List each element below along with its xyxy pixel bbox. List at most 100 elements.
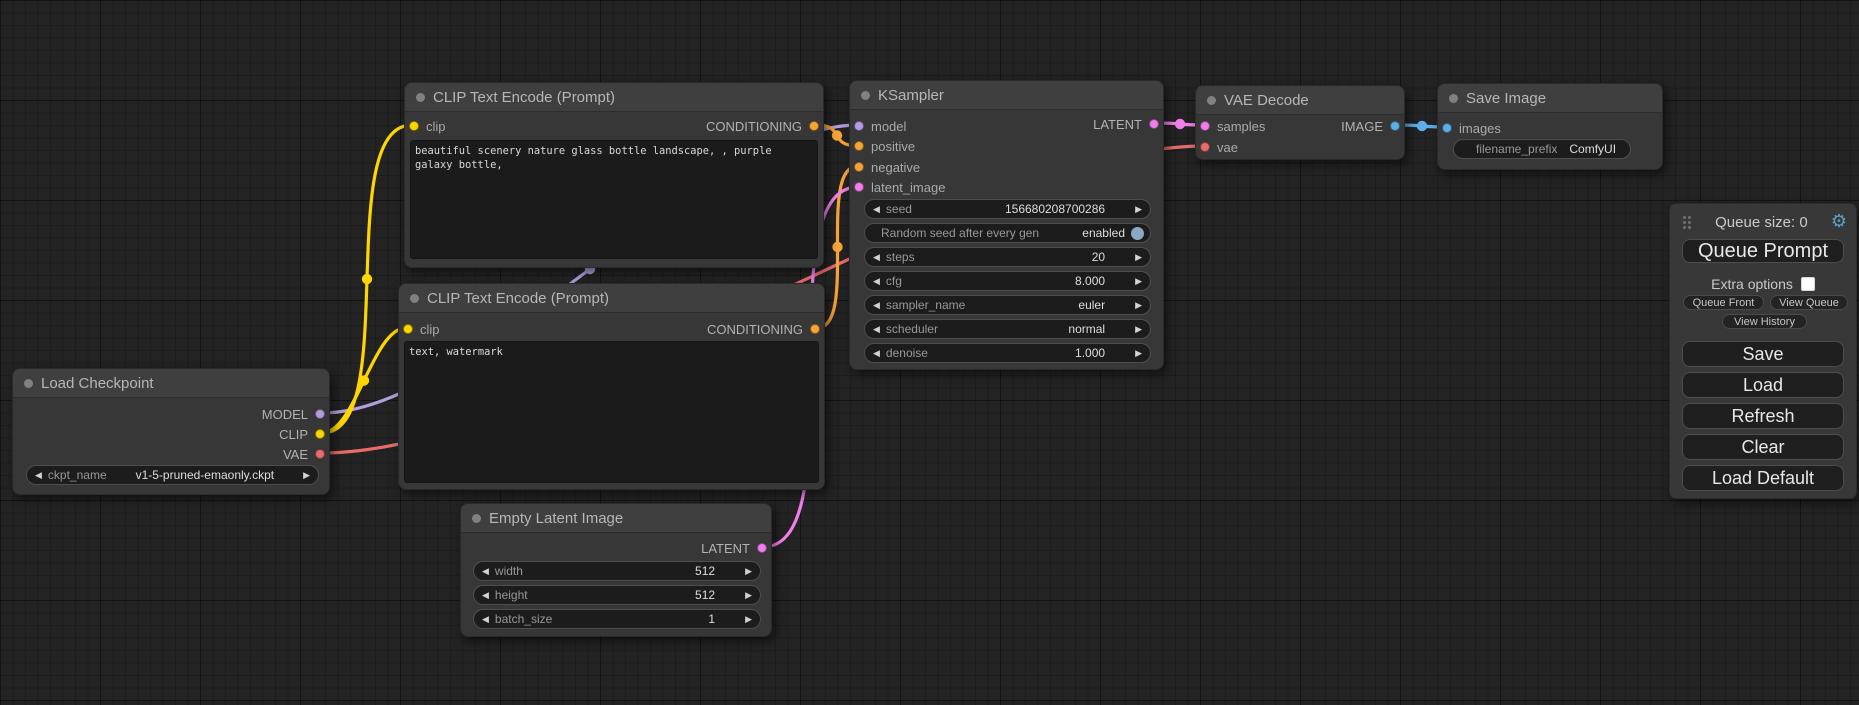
input-slot-label: clip: [426, 119, 446, 134]
collapse-dot-icon[interactable]: [416, 93, 425, 102]
clip-input-slot[interactable]: [409, 121, 419, 131]
collapse-dot-icon[interactable]: [24, 379, 33, 388]
extra-options-checkbox[interactable]: [1801, 277, 1815, 291]
decrement-arrow-icon[interactable]: ◀: [873, 205, 880, 214]
clip-input-slot[interactable]: [403, 324, 413, 334]
decrement-arrow-icon[interactable]: ◀: [873, 253, 880, 262]
increment-arrow-icon[interactable]: ▶: [1135, 325, 1142, 334]
decrement-arrow-icon[interactable]: ◀: [482, 615, 489, 624]
widget-label: ckpt_name: [48, 468, 107, 482]
VAE-output-slot[interactable]: [315, 449, 325, 459]
extra-options-row: Extra options: [1670, 275, 1856, 292]
load-default-button[interactable]: Load Default: [1682, 465, 1844, 491]
increment-arrow-icon[interactable]: ▶: [1135, 205, 1142, 214]
queue-front-button[interactable]: Queue Front: [1683, 295, 1764, 310]
decrement-arrow-icon[interactable]: ◀: [35, 471, 42, 480]
widget-width[interactable]: ◀width512▶: [473, 561, 761, 581]
input-slot-label: vae: [1217, 140, 1238, 155]
MODEL-output-slot[interactable]: [315, 409, 325, 419]
widget-ckpt_name[interactable]: ◀ckpt_namev1-5-pruned-emaonly.ckpt▶: [26, 465, 319, 485]
decrement-arrow-icon[interactable]: ◀: [873, 349, 880, 358]
node-load-checkpoint[interactable]: Load CheckpointMODELCLIPVAE◀ckpt_namev1-…: [12, 368, 330, 495]
node-title-bar[interactable]: CLIP Text Encode (Prompt): [399, 284, 824, 313]
increment-arrow-icon[interactable]: ▶: [745, 615, 752, 624]
negative-input-slot[interactable]: [854, 162, 864, 172]
drag-handle-icon[interactable]: [1682, 215, 1692, 229]
node-clip-text-encode-negative[interactable]: CLIP Text Encode (Prompt)clipCONDITIONIN…: [398, 283, 825, 490]
widget-cfg[interactable]: ◀cfg8.000▶: [864, 271, 1151, 291]
decrement-arrow-icon[interactable]: ◀: [482, 567, 489, 576]
widget-height[interactable]: ◀height512▶: [473, 585, 761, 605]
widget-sampler_name[interactable]: ◀sampler_nameeuler▶: [864, 295, 1151, 315]
increment-arrow-icon[interactable]: ▶: [1135, 349, 1142, 358]
input-slot-label: positive: [871, 139, 915, 154]
output-slot-label: IMAGE: [1341, 119, 1383, 134]
vae-input-slot[interactable]: [1200, 142, 1210, 152]
collapse-dot-icon[interactable]: [1207, 96, 1216, 105]
prompt-textarea[interactable]: beautiful scenery nature glass bottle la…: [410, 140, 818, 259]
clip-text-encode-negative-input-clip: clip: [403, 321, 440, 337]
samples-input-slot[interactable]: [1200, 121, 1210, 131]
node-title-bar[interactable]: KSampler: [850, 81, 1163, 110]
widget-denoise[interactable]: ◀denoise1.000▶: [864, 343, 1151, 363]
widget-Random seed after every gen[interactable]: Random seed after every genenabled: [864, 223, 1151, 243]
decrement-arrow-icon[interactable]: ◀: [873, 325, 880, 334]
collapse-dot-icon[interactable]: [1449, 94, 1458, 103]
clip-text-encode-positive-output-CONDITIONING: CONDITIONING: [706, 118, 819, 134]
LATENT-output-slot[interactable]: [757, 543, 767, 553]
widget-scheduler[interactable]: ◀schedulernormal▶: [864, 319, 1151, 339]
collapse-dot-icon[interactable]: [861, 91, 870, 100]
widget-seed[interactable]: ◀seed156680208700286▶: [864, 199, 1151, 219]
widget-label: width: [495, 564, 523, 578]
node-title-bar[interactable]: VAE Decode: [1196, 86, 1404, 115]
node-vae-decode[interactable]: VAE DecodesamplesvaeIMAGE: [1195, 85, 1405, 160]
load-button[interactable]: Load: [1682, 372, 1844, 398]
IMAGE-output-slot[interactable]: [1390, 121, 1400, 131]
node-clip-text-encode-positive[interactable]: CLIP Text Encode (Prompt) clip CONDITIONIN…: [404, 82, 824, 268]
node-title-bar[interactable]: Load Checkpoint: [13, 369, 329, 398]
collapse-dot-icon[interactable]: [472, 514, 481, 523]
ksampler-input-negative: negative: [854, 159, 920, 175]
increment-arrow-icon[interactable]: ▶: [745, 567, 752, 576]
input-slot-label: model: [871, 119, 906, 134]
node-graph-canvas[interactable]: Queue size: 0 ⚙ Queue Prompt Extra optio…: [0, 0, 1859, 705]
prompt-textarea[interactable]: text, watermark: [404, 341, 819, 483]
positive-input-slot[interactable]: [854, 141, 864, 151]
widget-steps[interactable]: ◀steps20▶: [864, 247, 1151, 267]
latent_image-input-slot[interactable]: [854, 182, 864, 192]
node-title-bar[interactable]: Empty Latent Image: [461, 504, 771, 533]
node-ksampler[interactable]: KSamplermodelpositivenegativelatent_imag…: [849, 80, 1164, 370]
CLIP-output-slot[interactable]: [315, 429, 325, 439]
increment-arrow-icon[interactable]: ▶: [1135, 277, 1142, 286]
queue-prompt-button[interactable]: Queue Prompt: [1682, 239, 1844, 263]
images-input-slot[interactable]: [1442, 123, 1452, 133]
toggle-dot-icon[interactable]: [1131, 227, 1144, 240]
save-button[interactable]: Save: [1682, 341, 1844, 367]
model-input-slot[interactable]: [854, 121, 864, 131]
increment-arrow-icon[interactable]: ▶: [303, 471, 310, 480]
increment-arrow-icon[interactable]: ▶: [1135, 301, 1142, 310]
widget-value: normal: [1068, 322, 1105, 336]
view-queue-button[interactable]: View Queue: [1770, 295, 1848, 310]
node-title-bar[interactable]: CLIP Text Encode (Prompt): [405, 83, 823, 112]
widget-label: steps: [886, 250, 915, 264]
settings-gear-icon[interactable]: ⚙: [1831, 213, 1847, 231]
CONDITIONING-output-slot[interactable]: [810, 324, 820, 334]
node-empty-latent-image[interactable]: Empty Latent ImageLATENT◀width512▶◀heigh…: [460, 503, 772, 637]
node-save-image[interactable]: Save Image images filename_prefixComfyUI: [1437, 83, 1663, 170]
increment-arrow-icon[interactable]: ▶: [1135, 253, 1142, 262]
decrement-arrow-icon[interactable]: ◀: [873, 277, 880, 286]
refresh-button[interactable]: Refresh: [1682, 403, 1844, 429]
input-slot-label: images: [1459, 121, 1501, 136]
widget-filename_prefix[interactable]: filename_prefixComfyUI: [1453, 139, 1631, 159]
CONDITIONING-output-slot[interactable]: [809, 121, 819, 131]
node-title-bar[interactable]: Save Image: [1438, 84, 1662, 113]
clear-button[interactable]: Clear: [1682, 434, 1844, 460]
collapse-dot-icon[interactable]: [410, 294, 419, 303]
decrement-arrow-icon[interactable]: ◀: [873, 301, 880, 310]
increment-arrow-icon[interactable]: ▶: [745, 591, 752, 600]
view-history-button[interactable]: View History: [1722, 314, 1807, 329]
decrement-arrow-icon[interactable]: ◀: [482, 591, 489, 600]
LATENT-output-slot[interactable]: [1149, 119, 1159, 129]
widget-batch_size[interactable]: ◀batch_size1▶: [473, 609, 761, 629]
